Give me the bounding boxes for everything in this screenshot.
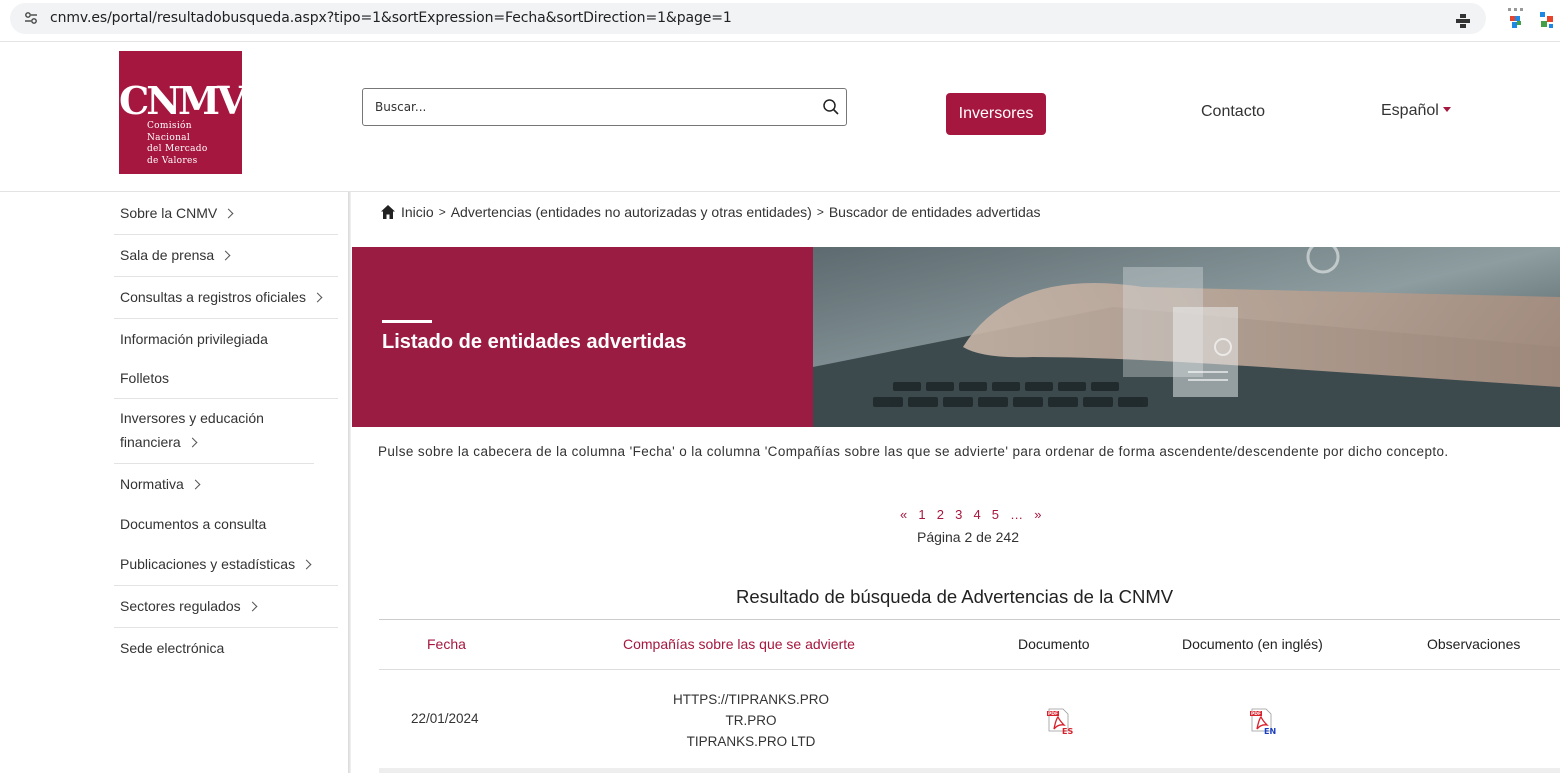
pagination-page-2[interactable]: 2 [937,507,945,522]
pagination-page-3[interactable]: 3 [955,507,963,522]
url-text[interactable]: cnmv.es/portal/resultadobusqueda.aspx?ti… [50,10,732,26]
svg-text:EN: EN [1264,727,1276,735]
sidebar-item-informacion-privilegiada[interactable]: Información privilegiada [114,319,338,358]
language-label: Español [1381,102,1439,119]
chevron-right-icon [187,437,198,448]
company-name: TR.PRO [725,713,777,728]
chevron-right-icon [312,292,323,303]
column-header-documento: Documento [1018,636,1090,652]
cell-companias: HTTPS://TIPRANKS.PRO TR.PRO TIPRANKS.PRO… [650,689,852,752]
sidebar-item-publicaciones[interactable]: Publicaciones y estadísticas [114,544,338,586]
page-title: Listado de entidades advertidas [382,331,687,353]
instructions-text: Pulse sobre la cabecera de la columna 'F… [378,444,1449,459]
sidebar-item-folletos[interactable]: Folletos [114,358,338,399]
page-info: Página 2 de 242 [917,529,1019,545]
home-icon[interactable] [380,204,396,220]
cnmv-logo[interactable]: CNMV Comisión Nacional del Mercado de Va… [119,51,247,174]
logo-acronym: CNMV [119,78,247,123]
investors-button[interactable]: Inversores [946,93,1046,135]
logo-subtitle: Comisión Nacional del Mercado de Valores [147,121,208,166]
site-settings-icon[interactable] [24,11,38,25]
extension-puzzle-icon[interactable] [1538,10,1556,30]
column-header-documento-en: Documento (en inglés) [1182,636,1323,652]
results-title: Resultado de búsqueda de Advertencias de… [736,586,1174,607]
pagination-first[interactable]: « [900,507,908,522]
language-selector[interactable]: Español [1381,102,1451,120]
sidebar-item-sede-electronica[interactable]: Sede electrónica [114,628,338,670]
sidebar-item-documentos-consulta[interactable]: Documentos a consulta [114,503,338,544]
search-box [362,88,847,126]
svg-text:PDF: PDF [1251,711,1261,717]
sidebar-item-consultas-registros[interactable]: Consultas a registros oficiales [114,277,338,319]
search-input[interactable] [375,98,815,116]
breadcrumb-buscador: Buscador de entidades advertidas [828,204,1041,220]
pagination-ellipsis[interactable]: … [1010,507,1024,522]
sidebar-divider [348,192,351,773]
sidebar-item-normativa[interactable]: Normativa [114,464,338,503]
pagination-page-1[interactable]: 1 [918,507,926,522]
sidebar-item-inversores-educacion[interactable]: Inversores y educación financiera [114,399,314,464]
pagination-last[interactable]: » [1034,507,1042,522]
extension-icon[interactable] [1455,13,1471,29]
extension-colored-icon[interactable] [1506,6,1528,32]
breadcrumb-separator: > [816,205,824,219]
svg-text:ES: ES [1062,727,1073,735]
page-banner: Listado de entidades advertidas [352,247,1560,427]
chevron-right-icon [301,559,312,570]
table-header-divider [379,669,1560,670]
chevron-right-icon [223,208,234,219]
address-bar[interactable]: cnmv.es/portal/resultadobusqueda.aspx?ti… [10,3,1486,34]
banner-accent-bar [382,320,432,323]
column-header-fecha[interactable]: Fecha [427,636,466,652]
banner-laptop-image [813,247,1560,427]
caret-down-icon [1442,107,1451,112]
contact-link[interactable]: Contacto [1201,103,1265,121]
browser-toolbar: cnmv.es/portal/resultadobusqueda.aspx?ti… [0,0,1560,42]
breadcrumb-home[interactable]: Inicio [401,204,434,220]
company-name: TIPRANKS.PRO LTD [686,734,816,749]
company-name: HTTPS://TIPRANKS.PRO [672,692,830,707]
table-row-divider [379,768,1560,773]
cell-fecha: 22/01/2024 [411,711,479,726]
pagination-page-5[interactable]: 5 [992,507,1000,522]
sidebar-nav: Sobre la CNMV Sala de prensa Consultas a… [114,192,338,670]
pdf-en-icon[interactable]: PDF EN [1249,707,1277,735]
sidebar-item-sobre-cnmv[interactable]: Sobre la CNMV [114,192,338,235]
pdf-es-icon[interactable]: PDF ES [1046,707,1074,735]
column-header-companias[interactable]: Compañías sobre las que se advierte [623,636,855,652]
sidebar-item-sala-prensa[interactable]: Sala de prensa [114,235,338,277]
sidebar-item-sectores-regulados[interactable]: Sectores regulados [114,586,338,628]
chevron-right-icon [220,250,231,261]
search-icon[interactable] [822,98,840,116]
banner-title-panel: Listado de entidades advertidas [352,247,813,427]
svg-text:PDF: PDF [1048,711,1058,717]
breadcrumb-advertencias[interactable]: Advertencias (entidades no autorizadas y… [451,204,812,220]
pagination: « 1 2 3 4 5 … » [900,507,1049,522]
column-header-observaciones: Observaciones [1427,636,1521,652]
pagination-page-4[interactable]: 4 [973,507,981,522]
breadcrumb: Inicio > Advertencias (entidades no auto… [380,204,1041,220]
chevron-right-icon [190,479,201,490]
breadcrumb-separator: > [438,205,446,219]
table-top-border [379,619,1560,620]
chevron-right-icon [247,601,258,612]
